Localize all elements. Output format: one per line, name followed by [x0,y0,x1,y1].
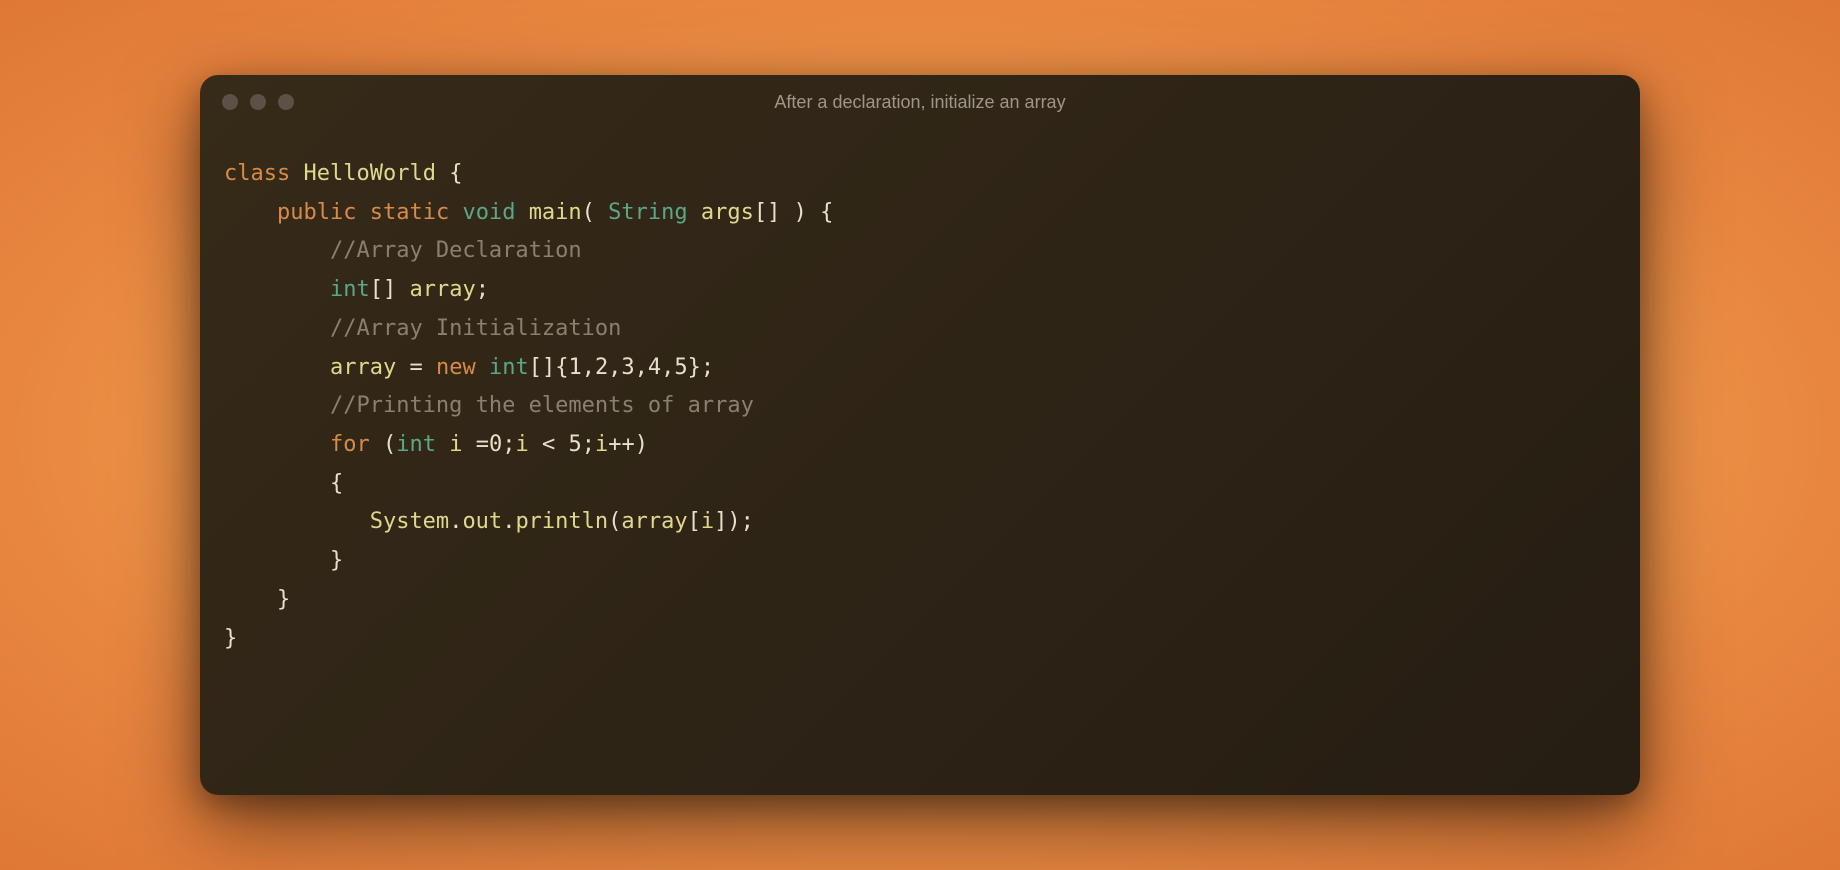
brace-close: } [330,548,343,573]
paren-close: ) [727,509,740,534]
traffic-lights [222,94,294,110]
var-i: i [515,432,528,457]
class-system: System [370,509,449,534]
keyword-public: public [277,200,356,225]
type-string: String [608,200,687,225]
semicolon: ; [582,432,595,457]
paren-close: ) [635,432,648,457]
keyword-for: for [330,432,370,457]
op-lt: < [542,432,555,457]
dot: . [502,509,515,534]
var-i: i [595,432,608,457]
paren-open: ( [383,432,396,457]
semicolon: ; [476,277,489,302]
keyword-int: int [330,277,370,302]
brace-open: { [449,161,462,186]
titlebar: After a declaration, initialize an array [200,75,1640,129]
array-literal: {1,2,3,4,5} [555,355,701,380]
brace-open: { [820,200,833,225]
keyword-class: class [224,161,290,186]
op-equals: = [476,432,489,457]
brace-close: } [277,587,290,612]
op-equals: = [409,355,422,380]
keyword-static: static [370,200,449,225]
var-i: i [449,432,462,457]
dot: . [449,509,462,534]
class-name: HelloWorld [303,161,435,186]
method-main: main [529,200,582,225]
param-args: args [701,200,754,225]
keyword-int: int [489,355,529,380]
semicolon: ; [701,355,714,380]
semicolon: ; [502,432,515,457]
keyword-int: int [396,432,436,457]
brackets: [] [370,277,397,302]
num-five: 5 [568,432,581,457]
num-zero: 0 [489,432,502,457]
var-array: array [621,509,687,534]
brace-close: } [224,626,237,651]
var-array: array [330,355,396,380]
brackets: [] [529,355,556,380]
bracket-close: ] [714,509,727,534]
var-i: i [701,509,714,534]
keyword-new: new [436,355,476,380]
close-icon[interactable] [222,94,238,110]
minimize-icon[interactable] [250,94,266,110]
method-println: println [515,509,608,534]
op-inc: ++ [608,432,635,457]
code-window: After a declaration, initialize an array… [200,75,1640,795]
comment-initialization: //Array Initialization [330,316,621,341]
window-title: After a declaration, initialize an array [200,92,1640,113]
field-out: out [462,509,502,534]
keyword-void: void [462,200,515,225]
paren-open: ( [608,509,621,534]
paren-close: ) [794,200,807,225]
brace-open: { [330,471,343,496]
brackets: [] [754,200,781,225]
semicolon: ; [741,509,754,534]
var-array: array [409,277,475,302]
comment-printing: //Printing the elements of array [330,393,754,418]
paren-open: ( [582,200,595,225]
code-editor[interactable]: class HelloWorld { public static void ma… [200,129,1640,795]
comment-declaration: //Array Declaration [330,238,582,263]
bracket-open: [ [688,509,701,534]
maximize-icon[interactable] [278,94,294,110]
